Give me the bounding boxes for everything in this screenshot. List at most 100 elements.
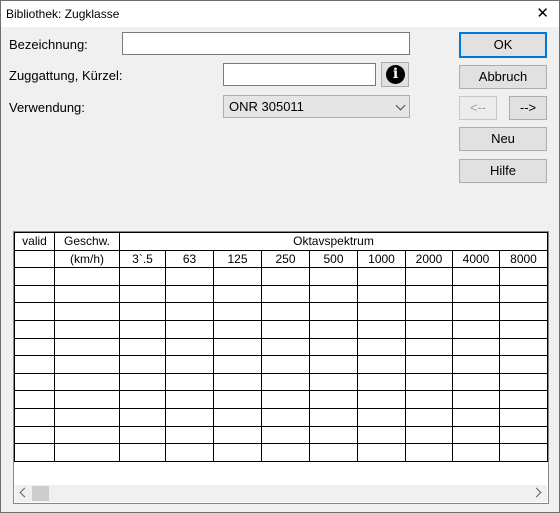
table-cell[interactable] — [261, 407, 310, 427]
table-cell[interactable] — [261, 267, 310, 286]
next-button[interactable]: --> — [509, 96, 547, 120]
table-cell[interactable] — [14, 302, 55, 321]
table-cell[interactable] — [405, 390, 453, 409]
table-cell[interactable] — [14, 443, 55, 462]
table-cell[interactable] — [119, 425, 166, 445]
table-cell[interactable] — [499, 355, 548, 374]
table-cell[interactable] — [499, 284, 548, 304]
table-cell[interactable] — [405, 284, 453, 304]
table-cell[interactable] — [357, 284, 406, 304]
table-cell[interactable] — [309, 302, 358, 321]
table-cell[interactable] — [165, 407, 214, 427]
table-cell[interactable] — [54, 443, 120, 462]
ok-button[interactable]: OK — [459, 32, 547, 58]
table-cell[interactable] — [405, 443, 453, 462]
table-cell[interactable] — [213, 407, 262, 427]
table-cell[interactable] — [119, 284, 166, 304]
table-cell[interactable] — [357, 407, 406, 427]
bezeichnung-input[interactable] — [122, 32, 410, 55]
table-cell[interactable] — [309, 284, 358, 304]
table-cell[interactable] — [14, 372, 55, 392]
table-cell[interactable] — [405, 267, 453, 286]
table-cell[interactable] — [54, 319, 120, 339]
table-cell[interactable] — [54, 302, 120, 321]
table-cell[interactable] — [119, 337, 166, 357]
table-cell[interactable] — [119, 319, 166, 339]
table-cell[interactable] — [213, 267, 262, 286]
table-cell[interactable] — [165, 372, 214, 392]
table-cell[interactable] — [357, 302, 406, 321]
table-cell[interactable] — [261, 390, 310, 409]
neu-button[interactable]: Neu — [459, 127, 547, 151]
table-cell[interactable] — [213, 425, 262, 445]
table-cell[interactable] — [119, 267, 166, 286]
table-cell[interactable] — [165, 425, 214, 445]
table-cell[interactable] — [54, 355, 120, 374]
table-cell[interactable] — [405, 319, 453, 339]
table-cell[interactable] — [261, 443, 310, 462]
table-cell[interactable] — [14, 390, 55, 409]
table-cell[interactable] — [357, 337, 406, 357]
table-cell[interactable] — [213, 337, 262, 357]
table-cell[interactable] — [119, 302, 166, 321]
table-cell[interactable] — [499, 425, 548, 445]
table-cell[interactable] — [54, 390, 120, 409]
table-cell[interactable] — [357, 355, 406, 374]
scroll-thumb[interactable] — [32, 486, 49, 501]
table-cell[interactable] — [405, 407, 453, 427]
table-cell[interactable] — [405, 372, 453, 392]
table-cell[interactable] — [14, 267, 55, 286]
table-cell[interactable] — [213, 372, 262, 392]
table-cell[interactable] — [452, 425, 500, 445]
scroll-right-icon[interactable] — [531, 487, 542, 498]
table-cell[interactable] — [119, 443, 166, 462]
table-cell[interactable] — [54, 337, 120, 357]
table-cell[interactable] — [499, 407, 548, 427]
table-cell[interactable] — [213, 390, 262, 409]
table-cell[interactable] — [261, 337, 310, 357]
table-cell[interactable] — [405, 355, 453, 374]
info-button[interactable]: i — [381, 62, 409, 87]
table-cell[interactable] — [213, 355, 262, 374]
table-cell[interactable] — [452, 267, 500, 286]
table-cell[interactable] — [261, 355, 310, 374]
verwendung-select[interactable]: ONR 305011 — [223, 95, 410, 118]
table-cell[interactable] — [119, 390, 166, 409]
table-cell[interactable] — [14, 355, 55, 374]
table-cell[interactable] — [14, 337, 55, 357]
table-cell[interactable] — [165, 337, 214, 357]
table-cell[interactable] — [165, 284, 214, 304]
table-cell[interactable] — [14, 425, 55, 445]
table-cell[interactable] — [261, 302, 310, 321]
table-cell[interactable] — [261, 425, 310, 445]
table-cell[interactable] — [54, 407, 120, 427]
table-cell[interactable] — [357, 319, 406, 339]
table-cell[interactable] — [54, 284, 120, 304]
table-cell[interactable] — [499, 443, 548, 462]
table-cell[interactable] — [357, 443, 406, 462]
table-cell[interactable] — [309, 425, 358, 445]
table-cell[interactable] — [309, 355, 358, 374]
table-cell[interactable] — [14, 284, 55, 304]
table-cell[interactable] — [309, 407, 358, 427]
table-cell[interactable] — [452, 284, 500, 304]
table-cell[interactable] — [54, 267, 120, 286]
table-cell[interactable] — [261, 284, 310, 304]
table-cell[interactable] — [165, 302, 214, 321]
table-cell[interactable] — [213, 284, 262, 304]
table-cell[interactable] — [452, 337, 500, 357]
table-cell[interactable] — [165, 390, 214, 409]
abbruch-button[interactable]: Abbruch — [459, 65, 547, 89]
table-cell[interactable] — [499, 390, 548, 409]
spectrum-grid[interactable]: valid Geschw. Oktavspektrum (km/h) 3`.5 6… — [13, 231, 549, 504]
table-cell[interactable] — [499, 337, 548, 357]
table-cell[interactable] — [165, 443, 214, 462]
table-cell[interactable] — [14, 407, 55, 427]
table-cell[interactable] — [309, 319, 358, 339]
table-cell[interactable] — [119, 355, 166, 374]
table-cell[interactable] — [309, 372, 358, 392]
table-cell[interactable] — [309, 390, 358, 409]
table-cell[interactable] — [357, 267, 406, 286]
zuggattung-input[interactable] — [223, 63, 376, 86]
table-cell[interactable] — [405, 302, 453, 321]
